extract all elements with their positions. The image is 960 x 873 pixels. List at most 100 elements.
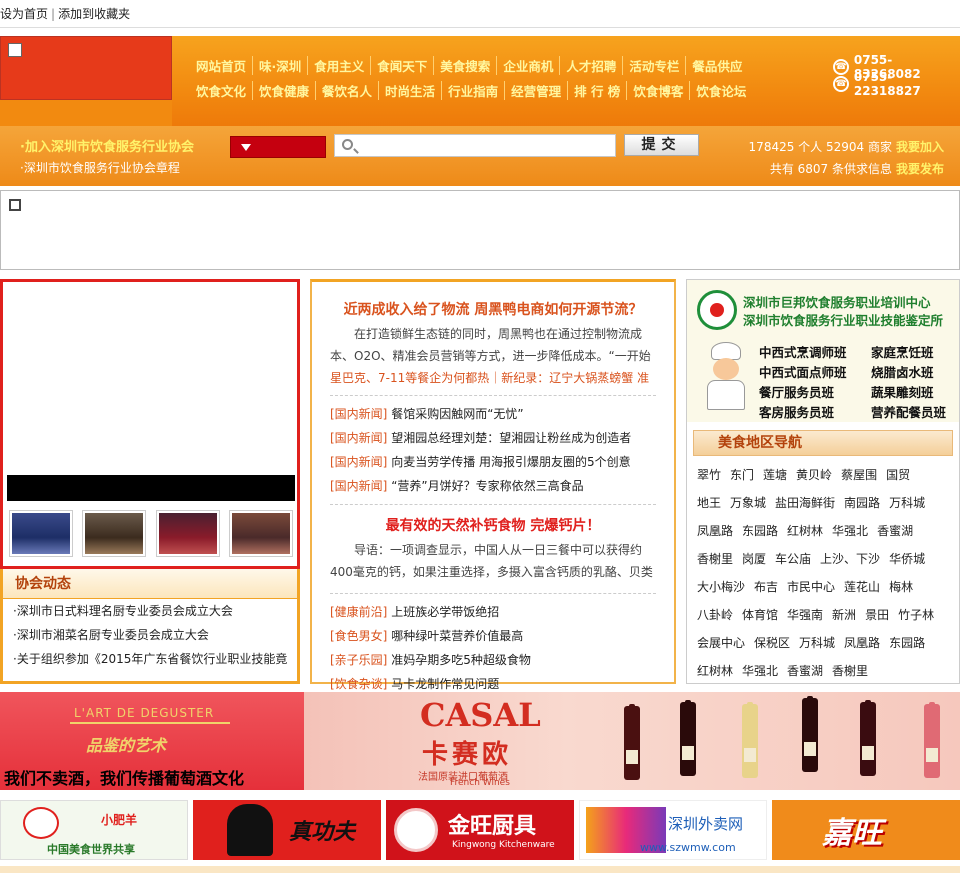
association-news-item[interactable]: ·关于组织参加《2015年广东省餐饮行业职业技能竟	[3, 647, 297, 671]
region-link[interactable]: 上沙、下沙	[820, 552, 880, 566]
news-list-item[interactable]: [国内新闻] 餐馆采购因触网而“无忧”	[330, 402, 656, 426]
news-category[interactable]: [国内新闻]	[330, 407, 387, 421]
region-link[interactable]: 竹子林	[898, 608, 934, 622]
region-link[interactable]: 华强北	[742, 664, 778, 678]
nav-item[interactable]: 饮食博客	[626, 81, 689, 100]
headline-2[interactable]: 最有效的天然补钙食物 完爆钙片！	[312, 515, 674, 539]
slider-thumb[interactable]	[228, 510, 293, 557]
partner-szwmw[interactable]: 深圳外卖网 www.szwmw.com	[579, 800, 767, 860]
region-link[interactable]: 香蜜湖	[877, 524, 913, 538]
photo-slider[interactable]	[0, 279, 300, 569]
news-category[interactable]: [亲子乐园]	[330, 653, 387, 667]
region-link[interactable]: 车公庙	[775, 552, 811, 566]
region-link[interactable]: 蔡屋围	[841, 468, 877, 482]
association-news-item[interactable]: ·深圳市日式料理名厨专业委员会成立大会	[3, 599, 297, 623]
related-link-2[interactable]: 新纪录：辽宁大锅蒸螃蟹 准	[501, 371, 649, 385]
nav-item[interactable]: 人才招聘	[559, 56, 622, 75]
news-title[interactable]: 上班族必学带饭绝招	[387, 605, 499, 619]
region-link[interactable]: 华侨城	[889, 552, 925, 566]
region-link[interactable]: 会展中心	[697, 636, 745, 650]
nav-item[interactable]: 饮食论坛	[689, 81, 752, 100]
nav-item[interactable]: 排 行 榜	[567, 81, 626, 100]
news-list-item[interactable]: [国内新闻] 向麦当劳学传播 用海报引爆朋友圈的5个创意	[330, 450, 656, 474]
news-category[interactable]: [食色男女]	[330, 629, 387, 643]
region-link[interactable]: 保税区	[754, 636, 790, 650]
add-favorite-link[interactable]: 添加到收藏夹	[58, 7, 130, 21]
region-link[interactable]: 梅林	[889, 580, 913, 594]
region-link[interactable]: 香榭里	[697, 552, 733, 566]
nav-item[interactable]: 时尚生活	[378, 81, 441, 100]
nav-item[interactable]: 网站首页	[190, 56, 252, 75]
region-link[interactable]: 香蜜湖	[787, 664, 823, 678]
region-link[interactable]: 国贸	[886, 468, 910, 482]
news-title[interactable]: 准妈孕期多吃5种超级食物	[387, 653, 531, 667]
region-link[interactable]: 东园路	[742, 524, 778, 538]
nav-item[interactable]: 活动专栏	[622, 56, 685, 75]
association-news-item[interactable]: ·深圳市湘菜名厨专业委员会成立大会	[3, 623, 297, 647]
nav-item[interactable]: 餐饮名人	[315, 81, 378, 100]
region-link[interactable]: 万科城	[799, 636, 835, 650]
related-link-1[interactable]: 星巴克、7-11等餐企为何都热	[330, 371, 489, 385]
region-link[interactable]: 红树林	[787, 524, 823, 538]
slider-thumb[interactable]	[82, 510, 147, 557]
region-link[interactable]: 华强南	[787, 608, 823, 622]
partner-kingwong[interactable]: 金旺厨具 Kingwong Kitchenware	[386, 800, 574, 860]
region-link[interactable]: 体育馆	[742, 608, 778, 622]
region-link[interactable]: 南园路	[844, 496, 880, 510]
region-link[interactable]: 岗厦	[742, 552, 766, 566]
ad-banner-placeholder[interactable]	[0, 190, 960, 270]
region-link[interactable]: 黄贝岭	[796, 468, 832, 482]
region-link[interactable]: 莲花山	[844, 580, 880, 594]
news-list-item[interactable]: [国内新闻] 望湘园总经理刘楚：望湘园让粉丝成为创造者	[330, 426, 656, 450]
region-link[interactable]: 凤凰路	[844, 636, 880, 650]
news-title[interactable]: 马卡龙制作常见问题	[387, 677, 499, 691]
nav-item[interactable]: 行业指南	[441, 81, 504, 100]
association-charter-link[interactable]: ·深圳市饮食服务行业协会章程	[20, 159, 180, 176]
partner-zhengongfu[interactable]: 真功夫	[193, 800, 381, 860]
nav-item[interactable]: 饮食健康	[252, 81, 315, 100]
news-list-item[interactable]: [国内新闻] “营养”月饼好？专家称依然三高食品	[330, 474, 656, 498]
news-category[interactable]: [饮食杂谈]	[330, 677, 387, 691]
submit-button[interactable]: 提交	[624, 134, 699, 156]
news-category[interactable]: [国内新闻]	[330, 479, 387, 493]
region-link[interactable]: 翠竹	[697, 468, 721, 482]
news-title[interactable]: 哪种绿叶菜营养价值最高	[387, 629, 523, 643]
nav-item[interactable]: 经营管理	[504, 81, 567, 100]
region-link[interactable]: 东门	[730, 468, 754, 482]
region-link[interactable]: 红树林	[697, 664, 733, 678]
partner-jiawang[interactable]: 嘉旺	[772, 800, 960, 860]
nav-item[interactable]: 食闻天下	[370, 56, 433, 75]
region-link[interactable]: 华强北	[832, 524, 868, 538]
region-link[interactable]: 大小梅沙	[697, 580, 745, 594]
news-title[interactable]: 向麦当劳学传播 用海报引爆朋友圈的5个创意	[387, 455, 630, 469]
nav-item[interactable]: 企业商机	[496, 56, 559, 75]
nav-item[interactable]: 美食搜索	[433, 56, 496, 75]
nav-item[interactable]: 味·深圳	[252, 56, 307, 75]
search-input[interactable]	[334, 134, 616, 157]
slider-thumb[interactable]	[9, 510, 73, 557]
region-link[interactable]: 东园路	[889, 636, 925, 650]
partner-xiaofeiyang[interactable]: 小肥羊 中国美食世界共享	[0, 800, 188, 860]
region-link[interactable]: 布吉	[754, 580, 778, 594]
region-link[interactable]: 香榭里	[832, 664, 868, 678]
news-title[interactable]: 望湘园总经理刘楚：望湘园让粉丝成为创造者	[387, 431, 631, 445]
news-title[interactable]: “营养”月饼好？专家称依然三高食品	[387, 479, 583, 493]
slider-thumb[interactable]	[155, 510, 220, 557]
region-link[interactable]: 万象城	[730, 496, 766, 510]
nav-item[interactable]: 食用主义	[307, 56, 370, 75]
wine-banner[interactable]: L'ART DE DEGUSTER 品鉴的艺术 我们不卖酒，我们传播葡萄酒文化 …	[0, 692, 960, 790]
nav-item[interactable]: 饮食文化	[190, 81, 252, 100]
logo-placeholder[interactable]	[0, 36, 172, 100]
headline-1[interactable]: 近两成收入给了物流 周黑鸭电商如何开源节流？	[312, 299, 674, 323]
set-homepage-link[interactable]: 设为首页	[0, 7, 48, 21]
news-title[interactable]: 餐馆采购因触网而“无忧”	[387, 407, 523, 421]
region-link[interactable]: 景田	[865, 608, 889, 622]
news-category[interactable]: [国内新闻]	[330, 431, 387, 445]
news-list-item[interactable]: [亲子乐园] 准妈孕期多吃5种超级食物	[330, 648, 656, 672]
publish-link[interactable]: 我要发布	[896, 162, 944, 176]
region-link[interactable]: 盐田海鲜街	[775, 496, 835, 510]
region-link[interactable]: 地王	[697, 496, 721, 510]
join-link[interactable]: 我要加入	[896, 140, 944, 154]
news-category[interactable]: [健康前沿]	[330, 605, 387, 619]
region-link[interactable]: 八卦岭	[697, 608, 733, 622]
